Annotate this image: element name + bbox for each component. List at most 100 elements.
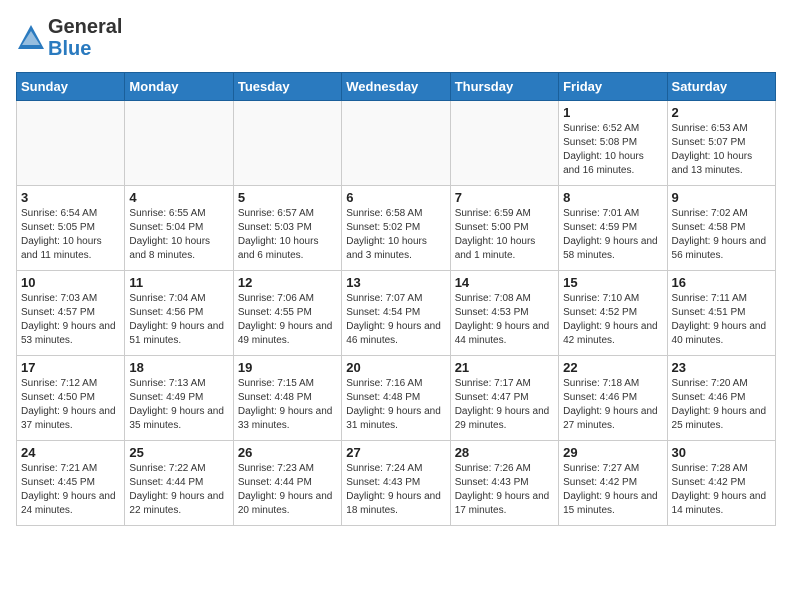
col-header-sunday: Sunday bbox=[17, 73, 125, 101]
day-cell: 24Sunrise: 7:21 AM Sunset: 4:45 PM Dayli… bbox=[17, 441, 125, 526]
day-number: 28 bbox=[455, 445, 554, 460]
day-info: Sunrise: 7:11 AM Sunset: 4:51 PM Dayligh… bbox=[672, 292, 771, 348]
logo-icon bbox=[16, 23, 46, 53]
day-number: 12 bbox=[238, 275, 337, 290]
day-cell: 10 Sunrise: 7:03 AM Sunset: 4:57 PM Dayli… bbox=[17, 271, 125, 356]
day-number: 13 bbox=[346, 275, 445, 290]
day-cell: 8 Sunrise: 7:01 AM Sunset: 4:59 PM Daylig… bbox=[559, 186, 667, 271]
col-header-wednesday: Wednesday bbox=[342, 73, 450, 101]
day-info: Sunrise: 7:27 AM Sunset: 4:42 PM Dayligh… bbox=[563, 462, 662, 518]
day-cell: 18 Sunrise: 7:13 AM Sunset: 4:49 PM Dayli… bbox=[125, 356, 233, 441]
day-cell: 13 Sunrise: 7:07 AM Sunset: 4:54 PM Dayli… bbox=[342, 271, 450, 356]
day-number: 16 bbox=[672, 275, 771, 290]
day-cell: 19Sunrise: 7:15 AM Sunset: 4:48 PM Dayli… bbox=[233, 356, 341, 441]
day-info: Sunrise: 7:23 AM Sunset: 4:44 PM Dayligh… bbox=[238, 462, 337, 518]
day-info: Sunrise: 7:10 AM Sunset: 4:52 PM Dayligh… bbox=[563, 292, 662, 348]
col-header-monday: Monday bbox=[125, 73, 233, 101]
day-cell: 20 Sunrise: 7:16 AM Sunset: 4:48 PM Dayli… bbox=[342, 356, 450, 441]
day-info: Sunrise: 7:22 AM Sunset: 4:44 PM Dayligh… bbox=[129, 462, 228, 518]
day-number: 10 bbox=[21, 275, 120, 290]
day-cell: 5 Sunrise: 6:57 AM Sunset: 5:03 PM Daylig… bbox=[233, 186, 341, 271]
day-cell bbox=[125, 101, 233, 186]
day-info: Sunrise: 7:21 AM Sunset: 4:45 PM Dayligh… bbox=[21, 462, 120, 518]
day-cell bbox=[233, 101, 341, 186]
day-info: Sunrise: 7:06 AM Sunset: 4:55 PM Dayligh… bbox=[238, 292, 337, 348]
header: General Blue bbox=[16, 16, 776, 60]
day-info: Sunrise: 6:53 AM Sunset: 5:07 PM Dayligh… bbox=[672, 122, 771, 178]
day-info: Sunrise: 7:04 AM Sunset: 4:56 PM Dayligh… bbox=[129, 292, 228, 348]
week-row-4: 17 Sunrise: 7:12 AM Sunset: 4:50 PM Dayli… bbox=[17, 356, 776, 441]
day-cell bbox=[342, 101, 450, 186]
calendar-header-row: SundayMondayTuesdayWednesdayThursdayFrid… bbox=[17, 73, 776, 101]
page: General Blue SundayMondayTuesdayWednesda… bbox=[0, 0, 792, 542]
day-info: Sunrise: 6:54 AM Sunset: 5:05 PM Dayligh… bbox=[21, 207, 120, 263]
day-info: Sunrise: 7:12 AM Sunset: 4:50 PM Dayligh… bbox=[21, 377, 120, 433]
day-info: Sunrise: 7:03 AM Sunset: 4:57 PM Dayligh… bbox=[21, 292, 120, 348]
day-number: 30 bbox=[672, 445, 771, 460]
day-cell: 14 Sunrise: 7:08 AM Sunset: 4:53 PM Dayli… bbox=[450, 271, 558, 356]
day-info: Sunrise: 6:57 AM Sunset: 5:03 PM Dayligh… bbox=[238, 207, 337, 263]
day-number: 8 bbox=[563, 190, 662, 205]
day-number: 2 bbox=[672, 105, 771, 120]
day-number: 14 bbox=[455, 275, 554, 290]
day-cell: 9 Sunrise: 7:02 AM Sunset: 4:58 PM Daylig… bbox=[667, 186, 775, 271]
day-cell: 3Sunrise: 6:54 AM Sunset: 5:05 PM Daylig… bbox=[17, 186, 125, 271]
day-number: 18 bbox=[129, 360, 228, 375]
day-info: Sunrise: 7:16 AM Sunset: 4:48 PM Dayligh… bbox=[346, 377, 445, 433]
day-number: 1 bbox=[563, 105, 662, 120]
day-info: Sunrise: 6:52 AM Sunset: 5:08 PM Dayligh… bbox=[563, 122, 662, 178]
day-info: Sunrise: 7:24 AM Sunset: 4:43 PM Dayligh… bbox=[346, 462, 445, 518]
day-number: 4 bbox=[129, 190, 228, 205]
day-cell: 29Sunrise: 7:27 AM Sunset: 4:42 PM Dayli… bbox=[559, 441, 667, 526]
day-info: Sunrise: 6:55 AM Sunset: 5:04 PM Dayligh… bbox=[129, 207, 228, 263]
week-row-5: 24Sunrise: 7:21 AM Sunset: 4:45 PM Dayli… bbox=[17, 441, 776, 526]
week-row-3: 10 Sunrise: 7:03 AM Sunset: 4:57 PM Dayli… bbox=[17, 271, 776, 356]
day-number: 7 bbox=[455, 190, 554, 205]
day-cell: 30 Sunrise: 7:28 AM Sunset: 4:42 PM Dayli… bbox=[667, 441, 775, 526]
day-number: 27 bbox=[346, 445, 445, 460]
logo: General Blue bbox=[16, 16, 122, 60]
day-cell: 12 Sunrise: 7:06 AM Sunset: 4:55 PM Dayli… bbox=[233, 271, 341, 356]
day-number: 17 bbox=[21, 360, 120, 375]
day-number: 6 bbox=[346, 190, 445, 205]
day-info: Sunrise: 7:15 AM Sunset: 4:48 PM Dayligh… bbox=[238, 377, 337, 433]
col-header-thursday: Thursday bbox=[450, 73, 558, 101]
day-info: Sunrise: 7:08 AM Sunset: 4:53 PM Dayligh… bbox=[455, 292, 554, 348]
day-cell: 15 Sunrise: 7:10 AM Sunset: 4:52 PM Dayli… bbox=[559, 271, 667, 356]
day-cell: 28 Sunrise: 7:26 AM Sunset: 4:43 PM Dayli… bbox=[450, 441, 558, 526]
day-number: 11 bbox=[129, 275, 228, 290]
day-info: Sunrise: 7:20 AM Sunset: 4:46 PM Dayligh… bbox=[672, 377, 771, 433]
day-info: Sunrise: 7:01 AM Sunset: 4:59 PM Dayligh… bbox=[563, 207, 662, 263]
day-number: 26 bbox=[238, 445, 337, 460]
col-header-tuesday: Tuesday bbox=[233, 73, 341, 101]
day-cell: 6 Sunrise: 6:58 AM Sunset: 5:02 PM Daylig… bbox=[342, 186, 450, 271]
day-cell: 11 Sunrise: 7:04 AM Sunset: 4:56 PM Dayli… bbox=[125, 271, 233, 356]
day-cell: 17 Sunrise: 7:12 AM Sunset: 4:50 PM Dayli… bbox=[17, 356, 125, 441]
day-cell bbox=[17, 101, 125, 186]
day-cell: 16 Sunrise: 7:11 AM Sunset: 4:51 PM Dayli… bbox=[667, 271, 775, 356]
day-number: 5 bbox=[238, 190, 337, 205]
logo-text: General Blue bbox=[48, 16, 122, 60]
day-number: 21 bbox=[455, 360, 554, 375]
day-info: Sunrise: 7:02 AM Sunset: 4:58 PM Dayligh… bbox=[672, 207, 771, 263]
day-cell: 2 Sunrise: 6:53 AM Sunset: 5:07 PM Daylig… bbox=[667, 101, 775, 186]
col-header-saturday: Saturday bbox=[667, 73, 775, 101]
day-cell: 25Sunrise: 7:22 AM Sunset: 4:44 PM Dayli… bbox=[125, 441, 233, 526]
day-number: 15 bbox=[563, 275, 662, 290]
day-number: 20 bbox=[346, 360, 445, 375]
day-number: 23 bbox=[672, 360, 771, 375]
week-row-2: 3Sunrise: 6:54 AM Sunset: 5:05 PM Daylig… bbox=[17, 186, 776, 271]
day-info: Sunrise: 6:59 AM Sunset: 5:00 PM Dayligh… bbox=[455, 207, 554, 263]
day-cell: 1 Sunrise: 6:52 AM Sunset: 5:08 PM Daylig… bbox=[559, 101, 667, 186]
day-info: Sunrise: 7:07 AM Sunset: 4:54 PM Dayligh… bbox=[346, 292, 445, 348]
day-number: 9 bbox=[672, 190, 771, 205]
day-number: 22 bbox=[563, 360, 662, 375]
day-info: Sunrise: 7:26 AM Sunset: 4:43 PM Dayligh… bbox=[455, 462, 554, 518]
day-info: Sunrise: 6:58 AM Sunset: 5:02 PM Dayligh… bbox=[346, 207, 445, 263]
day-info: Sunrise: 7:13 AM Sunset: 4:49 PM Dayligh… bbox=[129, 377, 228, 433]
day-info: Sunrise: 7:18 AM Sunset: 4:46 PM Dayligh… bbox=[563, 377, 662, 433]
day-cell: 4 Sunrise: 6:55 AM Sunset: 5:04 PM Daylig… bbox=[125, 186, 233, 271]
day-info: Sunrise: 7:28 AM Sunset: 4:42 PM Dayligh… bbox=[672, 462, 771, 518]
day-cell: 22 Sunrise: 7:18 AM Sunset: 4:46 PM Dayli… bbox=[559, 356, 667, 441]
calendar-table: SundayMondayTuesdayWednesdayThursdayFrid… bbox=[16, 72, 776, 526]
